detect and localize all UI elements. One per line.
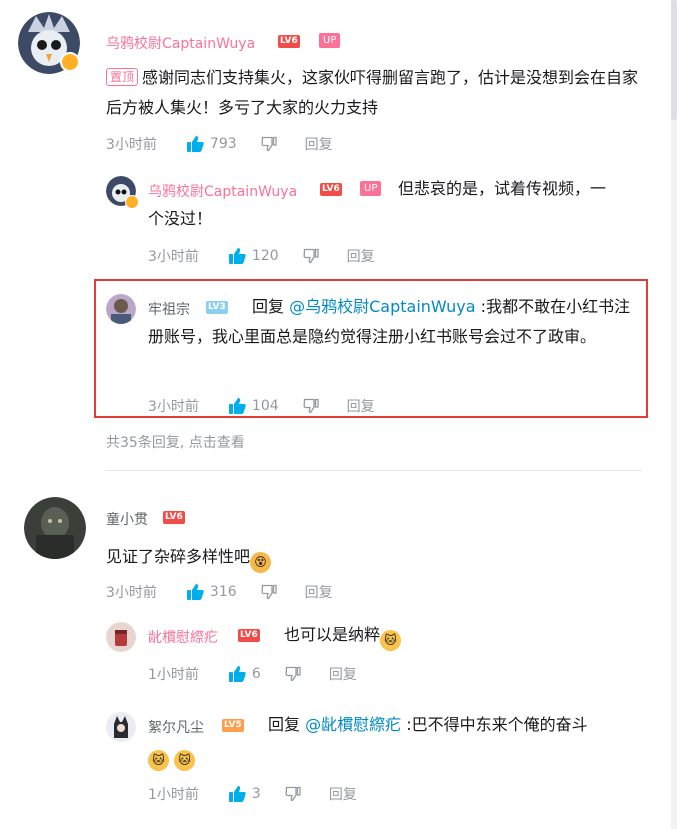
reply-time: 3小时前 <box>148 249 199 265</box>
reply-meta: 1小时前 6 回复 <box>148 665 357 683</box>
reply-content: 但悲哀的是，试着传视频，一个没过！ <box>148 179 607 228</box>
like-count: 104 <box>251 398 279 414</box>
dislike-button[interactable] <box>285 666 301 682</box>
thumbs-down-icon <box>261 136 277 152</box>
thumbs-down-icon <box>261 584 277 600</box>
dislike-button[interactable] <box>261 136 277 152</box>
comment-meta: 3小时前 793 回复 <box>106 135 333 153</box>
thumbs-up-icon <box>186 136 204 152</box>
comment-time: 3小时前 <box>106 585 157 601</box>
divider <box>106 470 642 471</box>
level-badge: LV6 <box>238 629 260 642</box>
dislike-button[interactable] <box>261 584 277 600</box>
reply-meta: 1小时前 3 回复 <box>148 785 357 803</box>
reply-prefix: 回复 <box>268 715 301 734</box>
like-count: 316 <box>209 584 237 600</box>
like-button[interactable]: 6 <box>228 666 261 682</box>
comment-time: 3小时前 <box>106 137 157 153</box>
comment-text: 置顶 感谢同志们支持集火，这家伙吓得删留言跑了，估计是没想到会在自家后方被人集火！… <box>106 63 646 123</box>
like-button[interactable]: 793 <box>186 136 237 152</box>
scrollbar-thumb[interactable] <box>671 0 677 120</box>
thumbs-down-icon <box>285 786 301 802</box>
avatar[interactable] <box>106 622 136 652</box>
comment-content: 感谢同志们支持集火，这家伙吓得删留言跑了，估计是没想到会在自家后方被人集火！多亏… <box>106 68 639 117</box>
cat-emoji-icon: 🐱 <box>380 630 402 651</box>
reply-button[interactable]: 回复 <box>305 582 333 602</box>
reply-time: 1小时前 <box>148 667 199 683</box>
comment-text: 见证了杂碎多样性吧 😵 <box>106 542 646 573</box>
vip-badge-icon <box>60 52 80 72</box>
like-count: 3 <box>251 786 261 802</box>
like-count: 120 <box>251 248 279 264</box>
reply-content: 也可以是纳粹 <box>284 625 381 644</box>
view-more-replies[interactable]: 共35条回复, 点击查看 <box>106 432 245 452</box>
like-count: 793 <box>209 136 237 152</box>
mention-link[interactable]: @乌鸦校尉CaptainWuya <box>289 297 475 316</box>
dislike-button[interactable] <box>303 398 319 414</box>
avatar[interactable] <box>106 712 136 742</box>
thumbs-down-icon <box>303 398 319 414</box>
thumbs-down-icon <box>285 666 301 682</box>
comment-username[interactable]: 乌鸦校尉CaptainWuya <box>106 33 255 53</box>
reply-text: 回复 @乌鸦校尉CaptainWuya :我都不敢在小红书注册账号，我心里面总是… <box>148 292 638 352</box>
thumbs-up-icon <box>228 666 246 682</box>
reply-text: 回复 @龀樌慰縩疕 :巴不得中东来个俺的奋斗 🐱 🐱 <box>148 710 648 771</box>
scrollbar[interactable] <box>671 0 677 829</box>
avatar[interactable] <box>106 294 136 324</box>
reply-button[interactable]: 回复 <box>329 784 357 804</box>
reply-button[interactable]: 回复 <box>305 134 333 154</box>
dislike-button[interactable] <box>303 248 319 264</box>
reply-button[interactable]: 回复 <box>347 246 375 266</box>
reply-username[interactable]: 龀樌慰縩疕 <box>148 627 218 647</box>
thumbs-up-icon <box>228 398 246 414</box>
reply-prefix: 回复 <box>252 297 285 316</box>
reply-time: 1小时前 <box>148 787 199 803</box>
comment-meta: 3小时前 316 回复 <box>106 583 333 601</box>
vip-badge-icon <box>125 195 139 209</box>
like-button[interactable]: 120 <box>228 248 279 264</box>
like-button[interactable]: 316 <box>186 584 237 600</box>
thumbs-up-icon <box>228 248 246 264</box>
pinned-badge: 置顶 <box>106 68 139 86</box>
reply-content: :巴不得中东来个俺的奋斗 <box>406 715 588 734</box>
thumbs-up-icon <box>186 584 204 600</box>
like-button[interactable]: 3 <box>228 786 261 802</box>
reply-meta: 3小时前 120 回复 <box>148 247 375 265</box>
comment-content: 见证了杂碎多样性吧 <box>106 547 251 566</box>
thumbs-up-icon <box>228 786 246 802</box>
avatar[interactable] <box>24 497 86 559</box>
cat-emoji-icon: 🐱 <box>174 750 196 771</box>
reply-button[interactable]: 回复 <box>347 396 375 416</box>
reply-meta: 3小时前 104 回复 <box>148 397 375 415</box>
cat-emoji-icon: 😵 <box>250 552 272 573</box>
level-badge: LV6 <box>278 35 300 48</box>
comment-username[interactable]: 童小贯 <box>106 509 148 529</box>
thumbs-down-icon <box>303 248 319 264</box>
reply-text: 也可以是纳粹 🐱 <box>284 620 484 651</box>
reply-button[interactable]: 回复 <box>329 664 357 684</box>
reply-time: 3小时前 <box>148 399 199 415</box>
like-count: 6 <box>251 666 261 682</box>
up-badge: UP <box>319 33 341 48</box>
dislike-button[interactable] <box>285 786 301 802</box>
cat-emoji-icon: 🐱 <box>148 750 169 771</box>
level-badge: LV6 <box>163 511 185 524</box>
like-button[interactable]: 104 <box>228 398 279 414</box>
mention-link[interactable]: @龀樌慰縩疕 <box>305 715 401 734</box>
